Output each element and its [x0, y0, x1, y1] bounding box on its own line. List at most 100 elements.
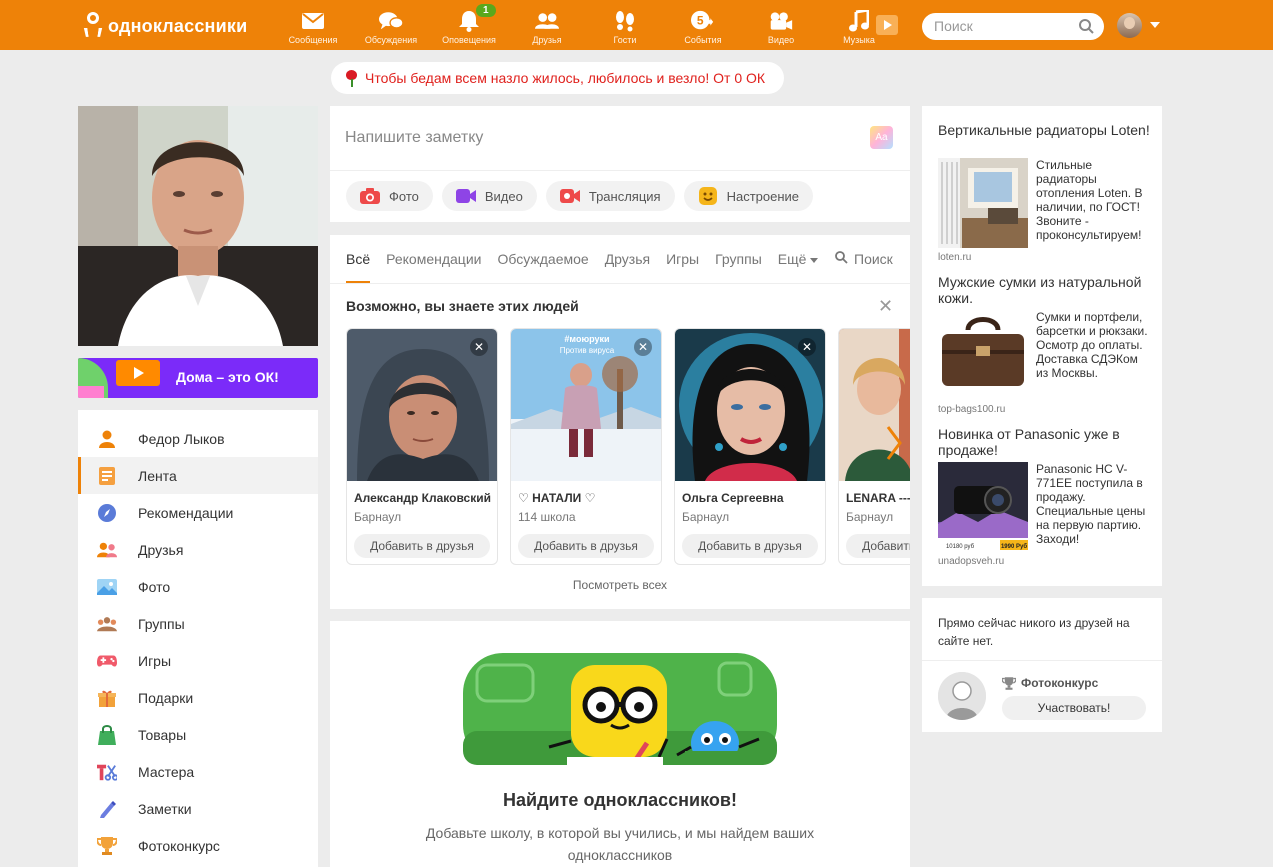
- person-name[interactable]: Ольга Сергеевна: [682, 491, 820, 505]
- classmates-illustration: [463, 647, 777, 771]
- dismiss-icon[interactable]: ✕: [634, 338, 652, 356]
- menu-item-feed[interactable]: Лента: [78, 457, 318, 494]
- ads-panel: Вертикальные радиаторы Loten! Стильные р…: [922, 106, 1162, 586]
- menu-item-label: Мастера: [138, 763, 195, 780]
- menu-item-label: Рекомендации: [138, 504, 234, 521]
- photo-caption: #моюруки: [564, 334, 609, 344]
- chevron-down-icon[interactable]: [1150, 22, 1160, 28]
- rose-icon: [345, 70, 359, 87]
- feed-search[interactable]: Поиск: [835, 251, 893, 267]
- ad-domain[interactable]: unadopsveh.ru: [938, 556, 1004, 567]
- note-photo-button[interactable]: Фото: [346, 181, 433, 211]
- trophy-icon: [97, 836, 117, 856]
- profile-photo[interactable]: [78, 106, 318, 346]
- avatar[interactable]: [938, 672, 986, 720]
- tab-groups[interactable]: Группы: [715, 251, 762, 283]
- menu-item-label: Фотоконкурс: [138, 837, 220, 854]
- pymk-title: Возможно, вы знаете этих людей: [346, 298, 579, 314]
- add-friend-button[interactable]: Добавить в друзья: [682, 534, 818, 558]
- person-school: 114 школа: [518, 510, 576, 524]
- see-all-link[interactable]: Посмотреть всех: [330, 578, 910, 592]
- tab-games[interactable]: Игры: [666, 251, 699, 283]
- gamepad-icon: [97, 651, 117, 671]
- nav-music-label: Музыка: [843, 35, 875, 45]
- menu-item-products[interactable]: Товары: [78, 716, 318, 753]
- chevron-right-icon[interactable]: [882, 423, 906, 463]
- ad-item[interactable]: Новинка от Panasonic уже в продаже! 1018…: [938, 426, 1152, 567]
- participate-button[interactable]: Участвовать!: [1002, 696, 1146, 720]
- search-icon[interactable]: [1079, 19, 1094, 39]
- ad-title[interactable]: Новинка от Panasonic уже в продаже!: [938, 426, 1152, 458]
- note-actions: Фото Видео Трансляция Настроение: [346, 181, 814, 211]
- ad-item[interactable]: Мужские сумки из натуральной кожи. Сумки…: [938, 274, 1152, 415]
- nav-events[interactable]: 5 События: [664, 0, 742, 50]
- person-icon: [97, 429, 117, 449]
- menu-item-groups[interactable]: Группы: [78, 605, 318, 642]
- nav-friends[interactable]: Друзья: [508, 0, 586, 50]
- music-play-icon[interactable]: [876, 15, 898, 35]
- ad-domain[interactable]: top-bags100.ru: [938, 404, 1005, 415]
- close-icon[interactable]: ✕: [878, 296, 893, 317]
- camera-icon: [360, 188, 380, 204]
- tab-more[interactable]: Ещё: [778, 251, 819, 283]
- menu-item-friends[interactable]: Друзья: [78, 531, 318, 568]
- person-name[interactable]: Александр Клаковский: [354, 491, 492, 505]
- menu-item-profile[interactable]: Федор Лыков: [78, 420, 318, 457]
- search-box: [922, 13, 1104, 40]
- person-card[interactable]: ✕ Александр Клаковский Барнаул Добавить …: [346, 328, 498, 565]
- find-description: Добавьте школу, в которой вы учились, и …: [425, 825, 815, 863]
- person-card[interactable]: #моюруки Против вируса ✕ ♡ НАТАЛИ ♡ 114 …: [510, 328, 662, 565]
- note-input[interactable]: Напишите заметку: [345, 129, 483, 147]
- nav-video[interactable]: Видео: [742, 0, 820, 50]
- menu-item-gifts[interactable]: Подарки: [78, 679, 318, 716]
- compass-icon: [97, 503, 117, 523]
- photocontest-label[interactable]: Фотоконкурс: [1002, 676, 1098, 690]
- menu-item-notes[interactable]: Заметки: [78, 790, 318, 827]
- ad-image[interactable]: 10180 руб 1990 Руб: [938, 462, 1028, 552]
- person-name[interactable]: ♡ НАТАЛИ ♡: [518, 491, 656, 505]
- nav-events-label: События: [684, 35, 722, 45]
- ad-title[interactable]: Вертикальные радиаторы Loten!: [938, 122, 1152, 138]
- ad-item[interactable]: Вертикальные радиаторы Loten! Стильные р…: [938, 122, 1152, 263]
- menu-item-recommendations[interactable]: Рекомендации: [78, 494, 318, 531]
- nav-notifications[interactable]: 1 Оповещения: [430, 0, 508, 50]
- smile-icon: [698, 187, 718, 205]
- add-friend-button[interactable]: Добавить в друзья: [518, 534, 654, 558]
- tab-more-label: Ещё: [777, 251, 807, 267]
- nav-messages[interactable]: Сообщения: [274, 0, 352, 50]
- nav-discussions[interactable]: Обсуждения: [352, 0, 430, 50]
- search-input[interactable]: [934, 18, 1074, 34]
- feed-tabs: Всё Рекомендации Обсуждаемое Друзья Игры…: [346, 251, 834, 283]
- ad-image[interactable]: [938, 158, 1028, 248]
- promo-banner[interactable]: Дома – это ОК!: [78, 358, 318, 398]
- music-note-icon: [847, 10, 871, 32]
- menu-item-masters[interactable]: Мастера: [78, 753, 318, 790]
- note-mood-button[interactable]: Настроение: [683, 181, 814, 211]
- search-icon: [835, 251, 848, 267]
- ad-title[interactable]: Мужские сумки из натуральной кожи.: [938, 274, 1152, 306]
- note-broadcast-button[interactable]: Трансляция: [545, 181, 675, 211]
- top-bar: одноклассники Сообщения Обсуждения 1 Опо…: [0, 0, 1273, 50]
- text-style-icon[interactable]: Aa: [870, 126, 893, 149]
- ok-logo[interactable]: одноклассники: [83, 12, 247, 40]
- add-friend-button[interactable]: Добавить в друзья: [846, 534, 910, 558]
- note-video-button[interactable]: Видео: [441, 181, 537, 211]
- menu-item-photocontest[interactable]: Фотоконкурс: [78, 827, 318, 864]
- tab-discussed[interactable]: Обсуждаемое: [497, 251, 588, 283]
- add-friend-button[interactable]: Добавить в друзья: [354, 534, 490, 558]
- menu-item-label: Федор Лыков: [138, 430, 225, 447]
- ad-domain[interactable]: loten.ru: [938, 252, 971, 263]
- menu-item-games[interactable]: Игры: [78, 642, 318, 679]
- user-avatar[interactable]: [1117, 13, 1142, 38]
- dismiss-icon[interactable]: ✕: [470, 338, 488, 356]
- person-card[interactable]: ✕ Ольга Сергеевна Барнаул Добавить в дру…: [674, 328, 826, 565]
- greeting-banner[interactable]: Чтобы бедам всем назло жилось, любилось …: [331, 62, 784, 94]
- ad-image[interactable]: [938, 310, 1028, 400]
- dismiss-icon[interactable]: ✕: [798, 338, 816, 356]
- tab-recommendations[interactable]: Рекомендации: [386, 251, 481, 283]
- nav-guests[interactable]: Гости: [586, 0, 664, 50]
- tab-friends[interactable]: Друзья: [605, 251, 650, 283]
- menu-item-photos[interactable]: Фото: [78, 568, 318, 605]
- tab-all[interactable]: Всё: [346, 251, 371, 283]
- person-name[interactable]: LENARA ---: [846, 491, 910, 505]
